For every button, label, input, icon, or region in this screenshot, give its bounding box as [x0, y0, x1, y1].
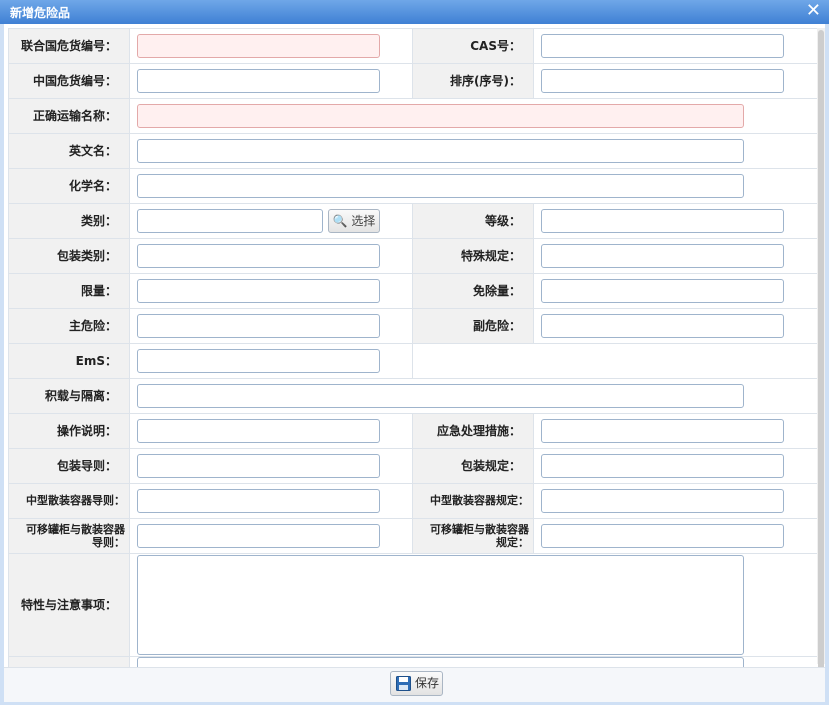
label-tank-guide-line1: 可移罐柜与散装容器 — [26, 523, 125, 536]
label-pack-rule: 包装规定： — [412, 448, 534, 484]
ibc-guide-input[interactable] — [137, 489, 380, 513]
label-cn-no: 中国危货编号： — [8, 63, 130, 99]
label-sub-risk: 副危险： — [412, 308, 534, 344]
pack-guide-input[interactable] — [137, 454, 380, 478]
sub-risk-input[interactable] — [541, 314, 784, 338]
notes-textarea[interactable] — [137, 555, 744, 655]
pack-type-input[interactable] — [137, 244, 380, 268]
label-un-no: 联合国危货编号： — [8, 28, 130, 64]
dialog-titlebar[interactable]: 新增危险品 ✕ — [0, 0, 829, 24]
label-notes: 特性与注意事项： — [8, 553, 130, 657]
exempt-input[interactable] — [541, 279, 784, 303]
search-icon: 🔍 — [332, 214, 348, 228]
ship-name-input[interactable] — [137, 104, 744, 128]
next-textarea[interactable] — [137, 657, 744, 667]
ems-input[interactable] — [137, 349, 380, 373]
label-tank-guide-line2: 导则： — [92, 536, 125, 549]
floppy-disk-icon — [396, 676, 411, 691]
dialog-title: 新增危险品 — [10, 6, 71, 20]
ibc-rule-input[interactable] — [541, 489, 784, 513]
scrollbar-thumb[interactable] — [818, 30, 824, 667]
label-operation: 操作说明： — [8, 413, 130, 449]
label-sort: 排序(序号)： — [412, 63, 534, 99]
chem-name-input[interactable] — [137, 174, 744, 198]
label-next — [8, 656, 130, 667]
operation-input[interactable] — [137, 419, 380, 443]
save-button[interactable]: 保存 — [390, 671, 443, 696]
label-tank-rule-line1: 可移罐柜与散装容器 — [430, 523, 529, 536]
save-button-label: 保存 — [415, 676, 440, 690]
label-tank-guide: 可移罐柜与散装容器 导则： — [8, 518, 130, 554]
label-limit: 限量： — [8, 273, 130, 309]
sort-input[interactable] — [541, 69, 784, 93]
label-exempt: 免除量： — [412, 273, 534, 309]
tank-rule-input[interactable] — [541, 524, 784, 548]
label-chem-name: 化学名： — [8, 168, 130, 204]
main-risk-input[interactable] — [137, 314, 380, 338]
label-pack-guide: 包装导则： — [8, 448, 130, 484]
select-button[interactable]: 🔍 选择 — [328, 209, 380, 233]
grade-input[interactable] — [541, 209, 784, 233]
label-ibc-guide: 中型散装容器导则： — [8, 483, 130, 519]
close-icon[interactable]: ✕ — [806, 1, 821, 21]
label-grade: 等级： — [412, 203, 534, 239]
label-pack-type: 包装类别： — [8, 238, 130, 274]
label-cas-no: CAS号： — [412, 28, 534, 64]
label-stowage: 积载与隔离： — [8, 378, 130, 414]
stowage-input[interactable] — [137, 384, 744, 408]
tank-guide-input[interactable] — [137, 524, 380, 548]
dialog-window: 新增危险品 ✕ 联合国危货编号： CAS号： 中国危货编号： 排序(序号)： 正… — [0, 0, 829, 705]
empty-cell — [412, 343, 821, 379]
label-main-risk: 主危险： — [8, 308, 130, 344]
cn-no-input[interactable] — [137, 69, 380, 93]
label-category: 类别： — [8, 203, 130, 239]
pack-rule-input[interactable] — [541, 454, 784, 478]
label-tank-rule: 可移罐柜与散装容器 规定： — [412, 518, 534, 554]
en-name-input[interactable] — [137, 139, 744, 163]
un-no-input[interactable] — [137, 34, 380, 58]
form-table: 联合国危货编号： CAS号： 中国危货编号： 排序(序号)： 正确运输名称： 英… — [8, 28, 821, 667]
label-ship-name: 正确运输名称： — [8, 98, 130, 134]
label-emergency: 应急处理措施： — [412, 413, 534, 449]
special-input[interactable] — [541, 244, 784, 268]
dialog-footer: 保存 — [4, 667, 825, 702]
label-tank-rule-line2: 规定： — [496, 536, 529, 549]
label-en-name: 英文名： — [8, 133, 130, 169]
select-button-label: 选择 — [351, 214, 376, 228]
category-input[interactable] — [137, 209, 323, 233]
label-ems: EmS： — [8, 343, 130, 379]
label-ibc-rule: 中型散装容器规定： — [412, 483, 534, 519]
form-body: 联合国危货编号： CAS号： 中国危货编号： 排序(序号)： 正确运输名称： 英… — [4, 24, 825, 667]
vertical-scrollbar[interactable] — [817, 28, 825, 667]
emergency-input[interactable] — [541, 419, 784, 443]
cas-no-input[interactable] — [541, 34, 784, 58]
limit-input[interactable] — [137, 279, 380, 303]
label-special: 特殊规定： — [412, 238, 534, 274]
